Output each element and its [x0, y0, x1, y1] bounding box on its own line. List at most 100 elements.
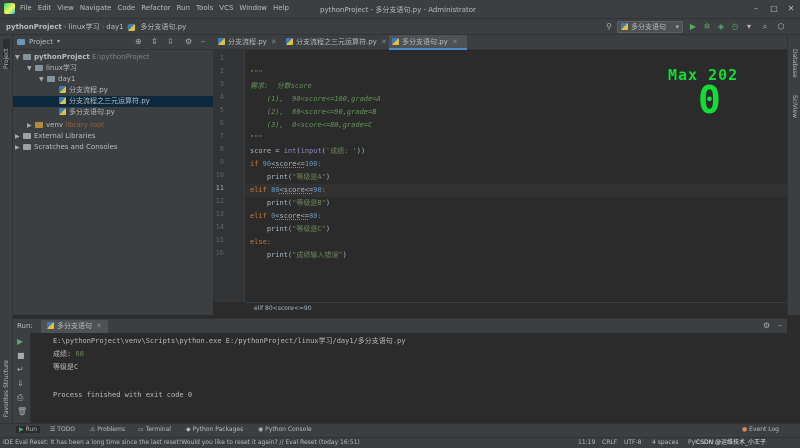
current-line-highlight [246, 184, 787, 197]
menu-code[interactable]: Code [114, 4, 138, 12]
tree-item-label: Scratches and Consoles [34, 143, 118, 151]
folder-icon [23, 54, 31, 60]
menu-view[interactable]: View [54, 4, 77, 12]
tool-tab-python-packages[interactable]: ◆ Python Packages [186, 426, 243, 433]
left-tool-stripe: Project Structure Favorites [0, 35, 13, 435]
tree-item-hint: library root [65, 121, 105, 129]
run-console-output[interactable]: E:\pythonProject\venv\Scripts\python.exe… [31, 333, 800, 423]
menu-edit[interactable]: Edit [35, 4, 55, 12]
menu-file[interactable]: File [17, 4, 35, 12]
run-icon[interactable]: ▶ [688, 22, 698, 32]
close-tab-icon[interactable]: ✕ [96, 322, 102, 330]
rerun-icon[interactable]: ▶ [17, 337, 23, 346]
tree-item-file-1[interactable]: 分支流程.py [59, 85, 108, 96]
code-line: (2), 80<score<=90,grade=B [250, 108, 377, 116]
python-file-icon [621, 23, 628, 30]
gear-icon[interactable]: ⚙ [185, 37, 192, 46]
menu-vcs[interactable]: VCS [216, 4, 236, 12]
tree-item-project-root[interactable]: ▼ pythonProject E:\pythonProject [15, 52, 150, 63]
tool-tab-todo[interactable]: ☰ TODO [50, 426, 75, 433]
line-number: 8 [219, 145, 224, 153]
run-toolbar: ▶ ■ ↵ ⇓ ⎙ 🗑 [13, 333, 31, 423]
project-panel-title[interactable]: Project [29, 38, 53, 46]
close-tab-icon[interactable]: ✕ [271, 38, 277, 46]
gear-icon[interactable]: ⚙ [763, 321, 770, 330]
editor-breadcrumb[interactable]: elif 80<score<=90 [246, 302, 787, 315]
hide-panel-icon[interactable]: – [201, 37, 205, 46]
tool-tab-event-log[interactable]: ● Event Log [742, 426, 779, 433]
caret-position[interactable]: 11:19 [578, 438, 595, 448]
tree-item-hint: E:\pythonProject [91, 53, 150, 61]
hide-panel-icon[interactable]: – [778, 321, 782, 330]
tool-tab-problems[interactable]: ⚠ Problems [90, 426, 125, 433]
expand-all-icon[interactable]: ⇕ [151, 37, 158, 46]
tree-item-label: venv [46, 121, 64, 129]
menu-refactor[interactable]: Refactor [138, 4, 173, 12]
user-icon[interactable]: ⚲ [604, 22, 614, 32]
menu-help[interactable]: Help [270, 4, 292, 12]
collapse-all-icon[interactable]: ⇳ [167, 37, 174, 46]
tree-item-label: 分支流程.py [69, 86, 108, 94]
breadcrumb-file[interactable]: 多分支语句.py [138, 22, 188, 32]
menu-navigate[interactable]: Navigate [77, 4, 114, 12]
menu-window[interactable]: Window [236, 4, 270, 12]
indent-setting[interactable]: 4 spaces [652, 438, 678, 448]
project-tree: ▼ pythonProject E:\pythonProject ▼ linux学习… [13, 50, 213, 315]
chevron-right-icon: ▶ [15, 133, 20, 140]
tree-item-file-3[interactable]: 多分支语句.py [59, 107, 115, 118]
run-panel-label: Run: [17, 322, 33, 330]
tab-file-1[interactable]: 分支流程.py ✕ [215, 35, 281, 50]
line-number: 5 [219, 106, 224, 114]
tool-tab-database[interactable]: Database [791, 49, 798, 78]
close-tab-icon[interactable]: ✕ [452, 38, 458, 46]
tree-item-linux[interactable]: ▼ linux学习 [27, 63, 77, 74]
tree-item-day1[interactable]: ▼ day1 [39, 74, 75, 85]
trash-icon[interactable]: 🗑 [17, 407, 27, 416]
tree-item-external-libraries[interactable]: ▶ External Libraries [15, 131, 96, 142]
profile-icon[interactable]: ◷ [730, 22, 740, 32]
tool-tab-run[interactable]: ▶ Run [16, 426, 41, 433]
current-score: 0 [698, 78, 721, 122]
scroll-end-icon[interactable]: ⇓ [17, 379, 24, 388]
coverage-icon[interactable]: ◈ [716, 22, 726, 32]
tree-item-file-2[interactable]: 分支流程之三元运算符.py [13, 96, 213, 107]
tool-tab-sciview[interactable]: SciView [791, 95, 798, 118]
line-separator[interactable]: CRLF [602, 438, 617, 448]
ide-update-icon[interactable]: ⬡ [776, 22, 786, 32]
chevron-down-icon[interactable]: ▾ [57, 38, 60, 45]
stop-icon[interactable]: ■ [17, 351, 25, 360]
tab-file-2[interactable]: 分支流程之三元运算符.py ✕ [283, 35, 387, 50]
minimize-icon[interactable]: – [750, 3, 762, 14]
menu-run[interactable]: Run [174, 4, 193, 12]
more-run-icon[interactable]: ▾ [744, 22, 754, 32]
code-line: elif 0<score<=80: [250, 212, 322, 220]
maximize-icon[interactable]: □ [768, 3, 780, 14]
debug-icon[interactable]: ✲ [702, 22, 712, 32]
status-message[interactable]: IDE Eval Reset: It has been a long time … [3, 438, 360, 448]
editor-gutter: 1 2 3 4 5 6 7 8 9 10 11 12 13 14 15 16 [213, 50, 245, 302]
run-tab[interactable]: 多分支语句 ✕ [41, 320, 108, 333]
print-icon[interactable]: ⎙ [17, 393, 23, 403]
close-tab-icon[interactable]: ✕ [381, 38, 387, 46]
tool-tab-python-console[interactable]: ◉ Python Console [258, 426, 312, 433]
file-encoding[interactable]: UTF-8 [624, 438, 642, 448]
tab-file-3[interactable]: 多分支语句.py ✕ [389, 35, 467, 50]
wrap-icon[interactable]: ↵ [17, 365, 24, 374]
breadcrumb-project[interactable]: pythonProject [4, 23, 64, 31]
tool-tab-favorites[interactable]: Favorites [3, 390, 10, 417]
locate-icon[interactable]: ⊕ [135, 37, 142, 46]
breadcrumb-subfolder[interactable]: day1 [104, 23, 125, 31]
code-line: (3), 0<score<=80,grade=C [250, 121, 373, 129]
tree-item-venv[interactable]: ▶ venv library root [27, 120, 104, 131]
code-line: 需求: 分数score [250, 82, 312, 90]
tree-item-scratches[interactable]: ▶ Scratches and Consoles [15, 142, 118, 153]
run-config-select[interactable]: 多分支语句 ▾ [617, 21, 683, 33]
menu-tools[interactable]: Tools [193, 4, 216, 12]
code-line: print("等级是A") [250, 173, 331, 181]
tool-tab-project[interactable]: Project [3, 39, 10, 69]
close-icon[interactable]: ✕ [785, 3, 797, 14]
search-everywhere-icon[interactable]: ⌕ [760, 22, 770, 32]
breadcrumb-folder[interactable]: linux学习 [67, 22, 102, 32]
tool-tab-terminal[interactable]: ▭ Terminal [138, 426, 171, 433]
tool-tab-structure[interactable]: Structure [3, 360, 10, 388]
